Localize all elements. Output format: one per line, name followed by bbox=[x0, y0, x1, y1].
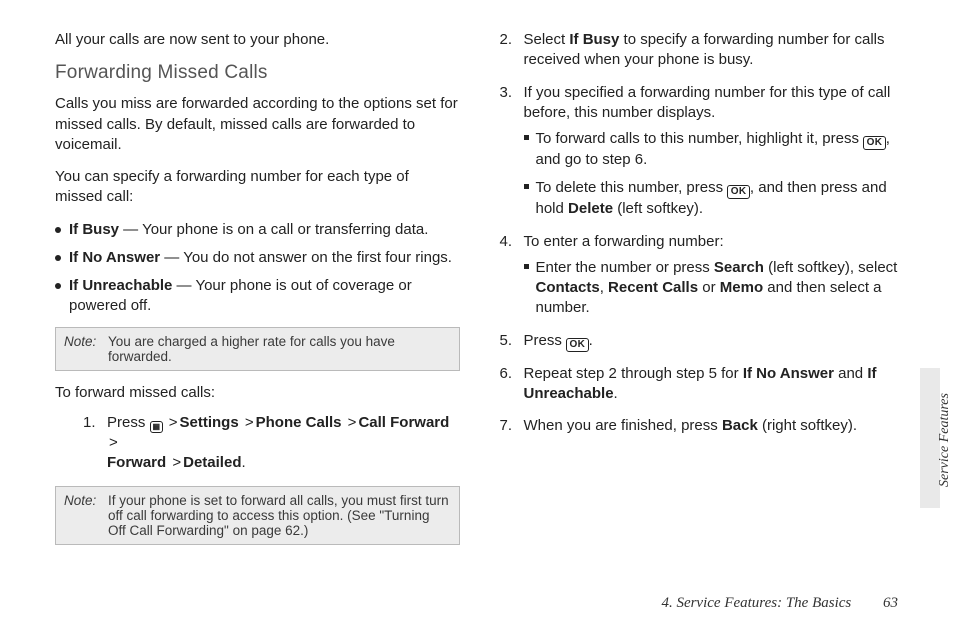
label-if-unreachable: If Unreachable bbox=[69, 277, 172, 294]
steps-left: Press ▦ >Settings >Phone Calls >Call For… bbox=[83, 413, 460, 474]
note-label: Note: bbox=[64, 334, 108, 364]
step4-sub1: Enter the number or press Search (left s… bbox=[524, 258, 905, 319]
s4-memo: Memo bbox=[720, 279, 763, 296]
right-column: Select If Busy to specify a forwarding n… bbox=[500, 30, 905, 557]
s4a: Enter the number or press bbox=[536, 259, 714, 276]
nav-phone-calls: Phone Calls bbox=[256, 414, 342, 431]
step-5: Press OK. bbox=[500, 331, 905, 352]
s6a: Repeat step 2 through step 5 for bbox=[524, 365, 743, 382]
s3s2-bold: Delete bbox=[568, 200, 613, 217]
s4-or: or bbox=[698, 279, 720, 296]
s4-search: Search bbox=[714, 259, 764, 276]
intro-line: All your calls are now sent to your phon… bbox=[55, 30, 460, 50]
step-7: When you are finished, press Back (right… bbox=[500, 416, 905, 436]
s4b: (left softkey), select bbox=[764, 259, 897, 276]
left-column: All your calls are now sent to your phon… bbox=[55, 30, 460, 557]
footer-page-number: 63 bbox=[883, 595, 898, 611]
steps-right: Select If Busy to specify a forwarding n… bbox=[500, 30, 905, 436]
bullet-if-no-answer: If No Answer — You do not answer on the … bbox=[55, 248, 460, 268]
lead-in-text: To forward missed calls: bbox=[55, 384, 215, 401]
para-specify: You can specify a forwarding number for … bbox=[55, 167, 460, 208]
nav-sep: > bbox=[170, 454, 183, 471]
missed-call-types-list: If Busy — Your phone is on a call or tra… bbox=[55, 220, 460, 317]
footer-chapter: 4. Service Features: The Basics bbox=[661, 595, 851, 611]
step1-prefix: Press bbox=[107, 414, 150, 431]
s7a: When you are finished, press bbox=[524, 417, 722, 434]
s6b: . bbox=[614, 385, 618, 402]
note-body: You are charged a higher rate for calls … bbox=[108, 334, 451, 364]
s3s1a: To forward calls to this number, highlig… bbox=[536, 130, 864, 147]
s5a: Press bbox=[524, 332, 567, 349]
s3-text: If you specified a forwarding number for… bbox=[524, 84, 891, 121]
s4-comma: , bbox=[600, 279, 608, 296]
nav-sep: > bbox=[346, 414, 359, 431]
side-tab-label: Service Features bbox=[937, 370, 953, 510]
s6-bold1: If No Answer bbox=[743, 365, 834, 382]
nav-call-forward: Call Forward bbox=[358, 414, 449, 431]
nav-sep: > bbox=[107, 434, 120, 451]
label-if-busy: If Busy bbox=[69, 221, 119, 238]
s4-recent: Recent Calls bbox=[608, 279, 698, 296]
note-rate: Note: You are charged a higher rate for … bbox=[55, 327, 460, 371]
step3-sublist: To forward calls to this number, highlig… bbox=[524, 129, 905, 220]
s4-contacts: Contacts bbox=[536, 279, 600, 296]
page-content: All your calls are now sent to your phon… bbox=[0, 0, 954, 557]
s2a: Select bbox=[524, 31, 570, 48]
subheading-forwarding: Forwarding Missed Calls bbox=[55, 62, 460, 84]
menu-key-icon: ▦ bbox=[150, 421, 163, 433]
nav-sep: > bbox=[243, 414, 256, 431]
label-if-no-answer: If No Answer bbox=[69, 249, 160, 266]
ok-key-icon: OK bbox=[863, 136, 886, 150]
s3s2a: To delete this number, press bbox=[536, 179, 728, 196]
nav-sep: > bbox=[167, 414, 180, 431]
bullet-if-busy: If Busy — Your phone is on a call or tra… bbox=[55, 220, 460, 240]
text-if-busy: — Your phone is on a call or transferrin… bbox=[119, 221, 428, 238]
page-footer: 4. Service Features: The Basics 63 bbox=[661, 595, 898, 612]
bullet-if-unreachable: If Unreachable — Your phone is out of co… bbox=[55, 276, 460, 317]
s7b: (right softkey). bbox=[758, 417, 857, 434]
s4-text: To enter a forwarding number: bbox=[524, 233, 724, 250]
s5b: . bbox=[589, 332, 593, 349]
text-if-no-answer: — You do not answer on the first four ri… bbox=[160, 249, 452, 266]
ok-key-icon: OK bbox=[727, 185, 750, 199]
note-turn-off: Note: If your phone is set to forward al… bbox=[55, 486, 460, 545]
s7-bold: Back bbox=[722, 417, 758, 434]
nav-forward: Forward bbox=[107, 454, 166, 471]
note-label: Note: bbox=[64, 493, 108, 538]
s6-and: and bbox=[834, 365, 867, 382]
step-6: Repeat step 2 through step 5 for If No A… bbox=[500, 364, 905, 405]
step4-sublist: Enter the number or press Search (left s… bbox=[524, 258, 905, 319]
step3-sub1: To forward calls to this number, highlig… bbox=[524, 129, 905, 170]
s3s2c: (left softkey). bbox=[613, 200, 703, 217]
note-body: If your phone is set to forward all call… bbox=[108, 493, 451, 538]
lead-in-forward: To forward missed calls: bbox=[55, 383, 460, 403]
step-4: To enter a forwarding number: Enter the … bbox=[500, 232, 905, 319]
step-2: Select If Busy to specify a forwarding n… bbox=[500, 30, 905, 71]
step-3: If you specified a forwarding number for… bbox=[500, 83, 905, 220]
para-forward-desc: Calls you miss are forwarded according t… bbox=[55, 94, 460, 155]
step3-sub2: To delete this number, press OK, and the… bbox=[524, 178, 905, 219]
nav-detailed: Detailed bbox=[183, 454, 241, 471]
s2-bold: If Busy bbox=[569, 31, 619, 48]
step-1: Press ▦ >Settings >Phone Calls >Call For… bbox=[83, 413, 460, 474]
ok-key-icon: OK bbox=[566, 338, 589, 352]
nav-settings: Settings bbox=[180, 414, 239, 431]
